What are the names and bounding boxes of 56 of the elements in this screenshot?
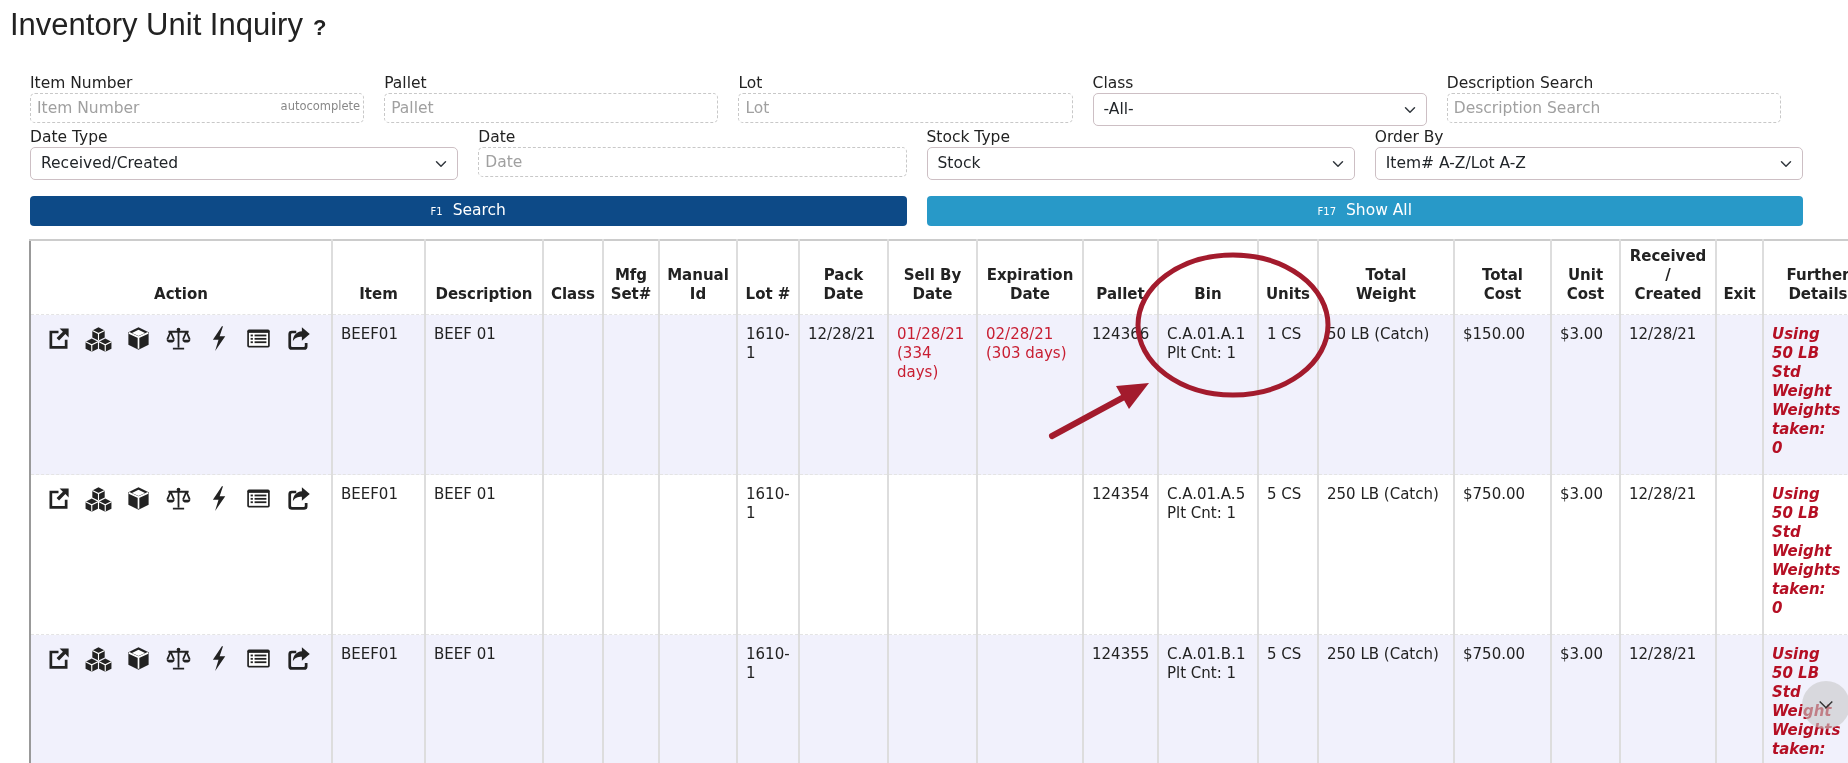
share-icon[interactable] xyxy=(285,485,312,512)
table-cell: 1610-1 xyxy=(737,314,799,475)
field-label: Pallet xyxy=(384,74,428,93)
field-label: Date Type xyxy=(30,128,109,147)
table-cell: 5 CS xyxy=(1258,634,1318,763)
table-cell: BEEF 01 xyxy=(425,314,543,475)
table-cell: $3.00 xyxy=(1551,314,1620,475)
input-field[interactable]: Description Search xyxy=(1446,93,1781,123)
help-link[interactable]: ? xyxy=(312,15,327,42)
table-cell: $150.00 xyxy=(1454,314,1551,475)
share-icon[interactable] xyxy=(285,325,312,352)
table-cell: 1610-1 xyxy=(737,634,799,763)
share-icon[interactable] xyxy=(285,645,312,672)
table-cell: 1 CS xyxy=(1258,314,1318,475)
field-label: Class xyxy=(1092,74,1135,93)
cube-icon[interactable] xyxy=(125,325,152,352)
table-cell: 12/28/21 xyxy=(799,314,888,475)
field-label: Description Search xyxy=(1446,74,1595,93)
cubes-icon[interactable] xyxy=(85,485,112,512)
table-cell: Using 50 LB Std Weight Weights taken: xyxy=(1763,634,1848,763)
table-cell: Using 50 LB Std Weight Weights taken: 0 xyxy=(1763,314,1848,475)
field-label: Date xyxy=(478,128,517,147)
table-cell: $750.00 xyxy=(1454,634,1551,763)
balance-scale-icon[interactable] xyxy=(165,325,192,352)
cube-icon[interactable] xyxy=(125,485,152,512)
input-field[interactable]: Pallet xyxy=(384,93,719,123)
field-label: Order By xyxy=(1374,128,1445,147)
table-cell: BEEF 01 xyxy=(425,634,543,763)
balance-scale-icon[interactable] xyxy=(165,645,192,672)
search-button[interactable]: F1 Search xyxy=(30,196,907,226)
field-label: Item Number xyxy=(30,74,134,93)
table-cell: 12/28/21 xyxy=(1620,314,1716,475)
cube-icon[interactable] xyxy=(125,645,152,672)
table-cell: $3.00 xyxy=(1551,634,1620,763)
cubes-icon[interactable] xyxy=(85,645,112,672)
field-label: Lot xyxy=(738,74,764,93)
dropdown[interactable]: -All- xyxy=(1092,93,1427,126)
table-cell: 12/28/21 xyxy=(1620,634,1716,763)
input-field[interactable]: Date xyxy=(478,147,907,177)
table-cell: 01/28/21 (334 days) xyxy=(888,314,977,475)
cubes-icon[interactable] xyxy=(85,325,112,352)
field-label: Stock Type xyxy=(926,128,1011,147)
table-cell: C.A.01.B.1 Plt Cnt: 1 xyxy=(1158,634,1258,763)
table-cell: 250 LB (Catch) xyxy=(1318,634,1454,763)
dropdown[interactable]: Stock xyxy=(926,147,1355,180)
table-cell: 124355 xyxy=(1083,634,1158,763)
dropdown[interactable]: Item# A-Z/Lot A-Z xyxy=(1374,147,1803,180)
page-title: Inventory Unit Inquiry xyxy=(10,6,303,44)
table-cell: BEEF01 xyxy=(332,314,425,475)
balance-scale-icon[interactable] xyxy=(165,485,192,512)
input-field[interactable]: Lot xyxy=(738,93,1073,123)
table-cell: C.A.01.A.1 Plt Cnt: 1 xyxy=(1158,314,1258,475)
table-cell: 02/28/21 (303 days) xyxy=(977,314,1083,475)
dropdown[interactable]: Received/Created xyxy=(30,147,459,180)
table-cell: BEEF01 xyxy=(332,634,425,763)
autocomplete-hint: autocomplete xyxy=(280,98,361,115)
